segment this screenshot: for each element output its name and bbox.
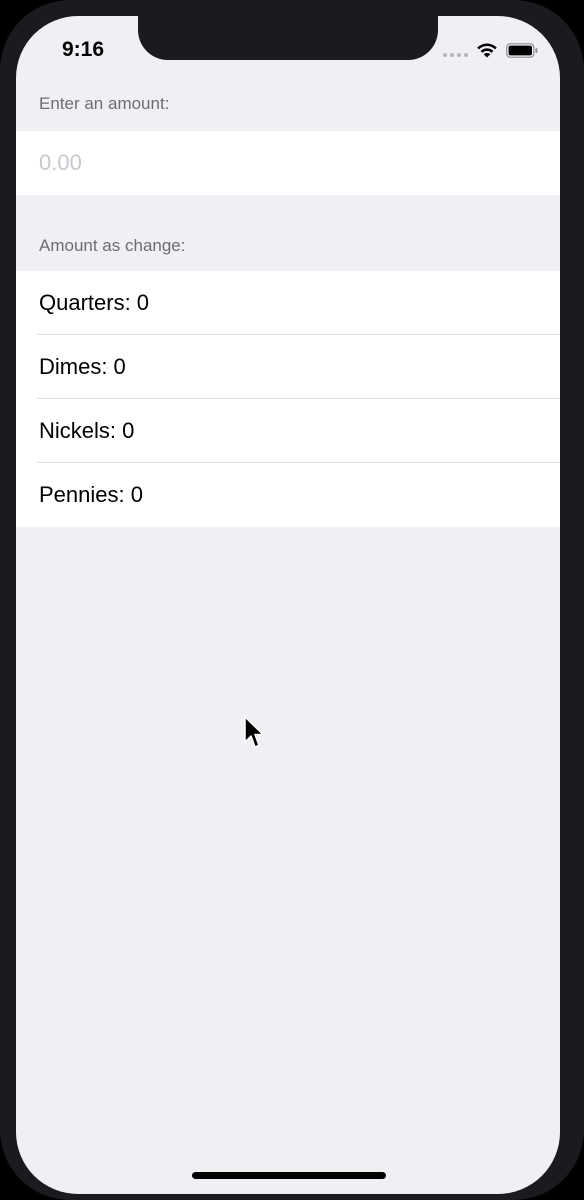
- pennies-row: Pennies: 0: [39, 482, 143, 507]
- amount-input[interactable]: [39, 150, 519, 176]
- battery-icon: [506, 42, 538, 58]
- status-icons: [443, 40, 538, 60]
- amount-section: [16, 131, 560, 195]
- device-frame: 9:16 Enter an amount: Amoun: [0, 0, 584, 1200]
- device-notch: [138, 16, 438, 60]
- amount-cell[interactable]: [16, 131, 560, 195]
- dimes-row: Dimes: 0: [16, 335, 560, 399]
- home-indicator: [192, 1172, 386, 1179]
- change-section: Quarters: 0 Dimes: 0 Nickels: 0 Pennies:…: [16, 271, 560, 527]
- mouse-pointer-icon: [244, 716, 264, 748]
- wifi-icon: [477, 43, 497, 58]
- status-time: 9:16: [62, 38, 105, 61]
- app-screen: 9:16 Enter an amount: Amoun: [16, 16, 560, 1194]
- quarters-row: Quarters: 0: [16, 271, 560, 335]
- amount-section-header: Enter an amount:: [39, 94, 170, 113]
- cellular-signal-icon: [443, 43, 468, 57]
- nickels-row: Nickels: 0: [16, 399, 560, 463]
- change-section-header: Amount as change:: [39, 236, 186, 255]
